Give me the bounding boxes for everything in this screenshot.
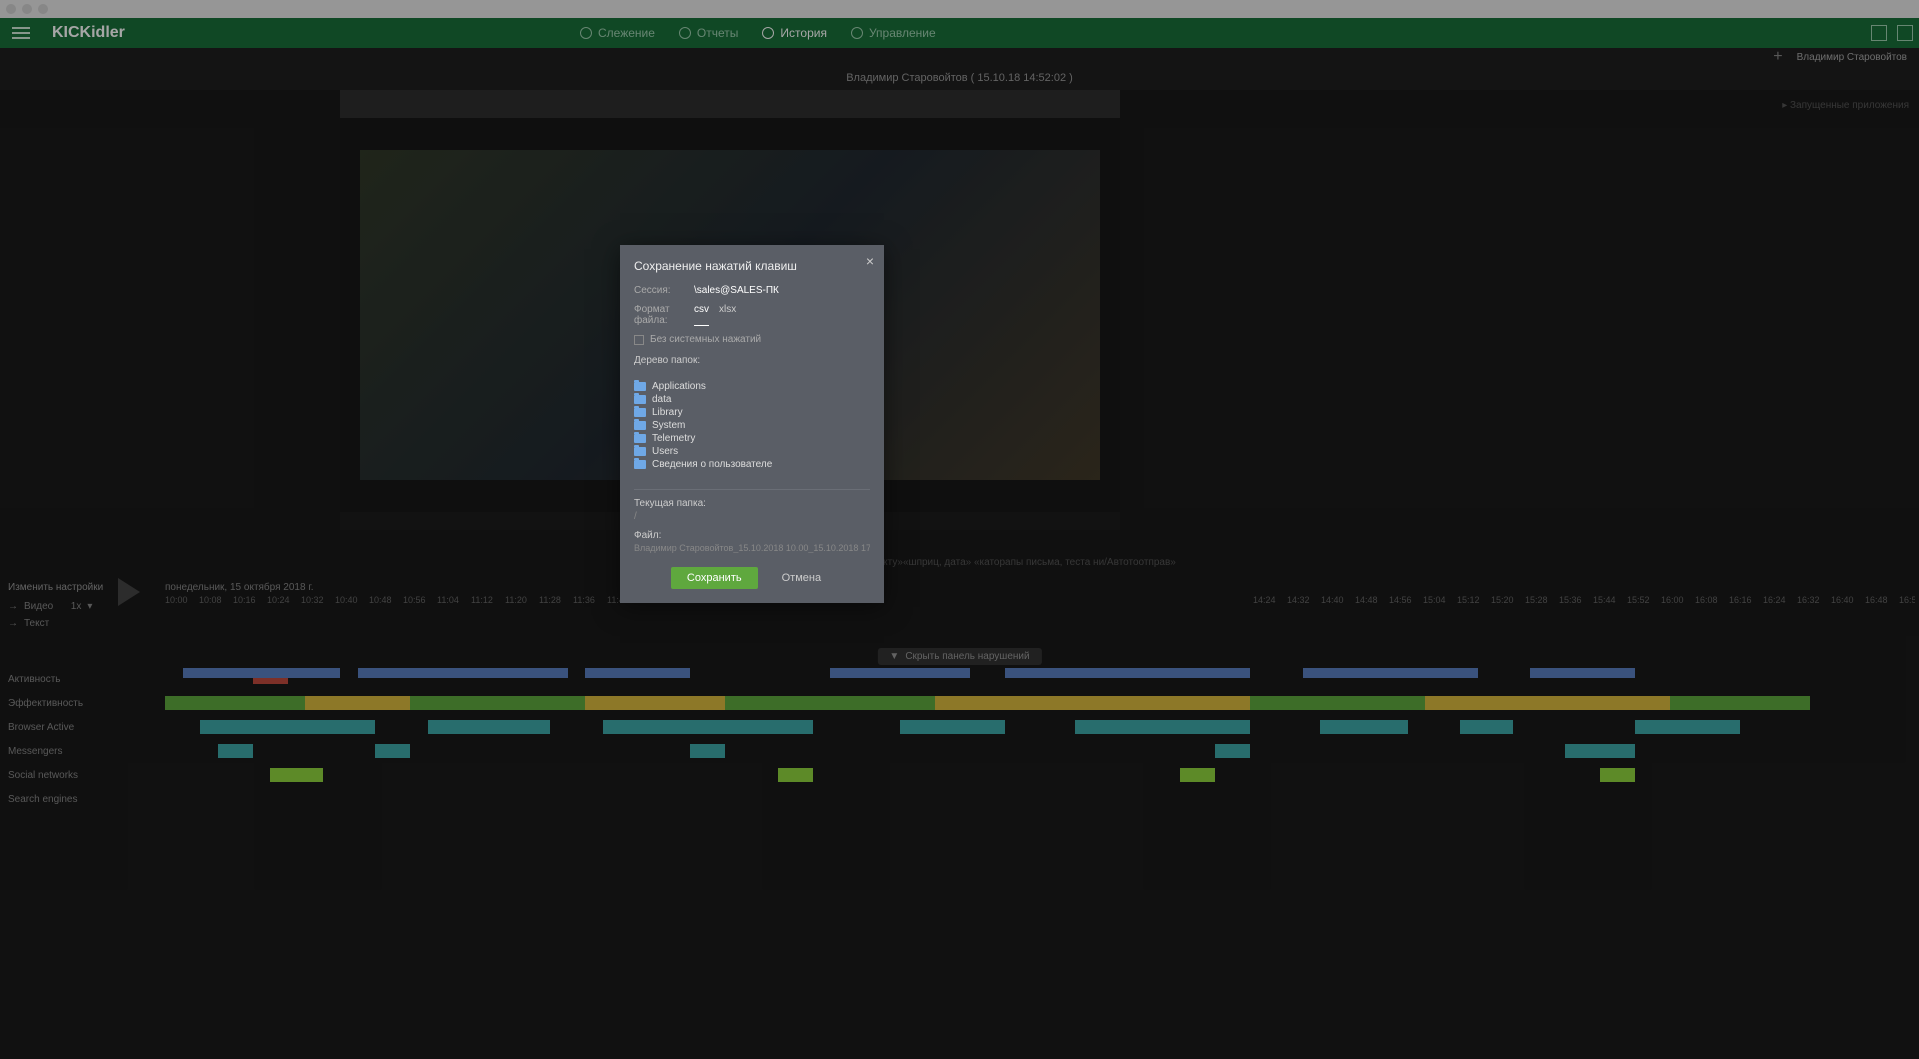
file-name-input[interactable]: [634, 543, 870, 553]
folder-icon: [634, 434, 646, 443]
folder-label: System: [652, 420, 685, 431]
folder-item[interactable]: Users: [634, 445, 870, 458]
folder-label: Сведения о пользователе: [652, 459, 772, 470]
folder-icon: [634, 447, 646, 456]
checkbox-icon[interactable]: [634, 335, 644, 345]
modal-buttons: Сохранить Отмена: [634, 567, 870, 589]
folder-tree: Applications data Library System Telemetry Us…: [634, 374, 870, 477]
folder-label: Users: [652, 446, 678, 457]
folder-icon: [634, 408, 646, 417]
folder-label: Applications: [652, 381, 706, 392]
format-csv[interactable]: csv: [694, 304, 709, 326]
current-folder-value: /: [634, 511, 870, 522]
modal-session-row: Сессия: \sales@SALES-ПК: [634, 285, 870, 296]
modal-title: Сохранение нажатий клавиш: [634, 259, 870, 273]
no-system-keys-row[interactable]: Без системных нажатий: [634, 334, 870, 345]
session-label: Сессия:: [634, 285, 694, 296]
folder-item[interactable]: data: [634, 393, 870, 406]
file-label: Файл:: [634, 530, 870, 541]
folder-icon: [634, 421, 646, 430]
current-folder-label: Текущая папка:: [634, 489, 870, 509]
save-keystrokes-modal: × Сохранение нажатий клавиш Сессия: \sal…: [620, 245, 884, 603]
folder-icon: [634, 382, 646, 391]
modal-overlay: [0, 0, 1919, 1059]
folder-item[interactable]: Applications: [634, 380, 870, 393]
folder-label: Library: [652, 407, 683, 418]
folder-tree-label: Дерево папок:: [634, 355, 870, 366]
format-xlsx[interactable]: xlsx: [719, 304, 736, 326]
folder-item[interactable]: Library: [634, 406, 870, 419]
folder-item[interactable]: System: [634, 419, 870, 432]
format-label: Формат файла:: [634, 304, 694, 326]
folder-icon: [634, 460, 646, 469]
folder-icon: [634, 395, 646, 404]
format-tabs: csv xlsx: [694, 304, 736, 326]
modal-close-button[interactable]: ×: [866, 253, 874, 269]
checkbox-label: Без системных нажатий: [650, 334, 761, 345]
folder-label: Telemetry: [652, 433, 695, 444]
save-button[interactable]: Сохранить: [671, 567, 758, 589]
folder-label: data: [652, 394, 671, 405]
folder-item[interactable]: Сведения о пользователе: [634, 458, 870, 471]
session-value: \sales@SALES-ПК: [694, 285, 779, 296]
folder-item[interactable]: Telemetry: [634, 432, 870, 445]
cancel-button[interactable]: Отмена: [770, 567, 833, 589]
modal-format-row: Формат файла: csv xlsx: [634, 304, 870, 326]
